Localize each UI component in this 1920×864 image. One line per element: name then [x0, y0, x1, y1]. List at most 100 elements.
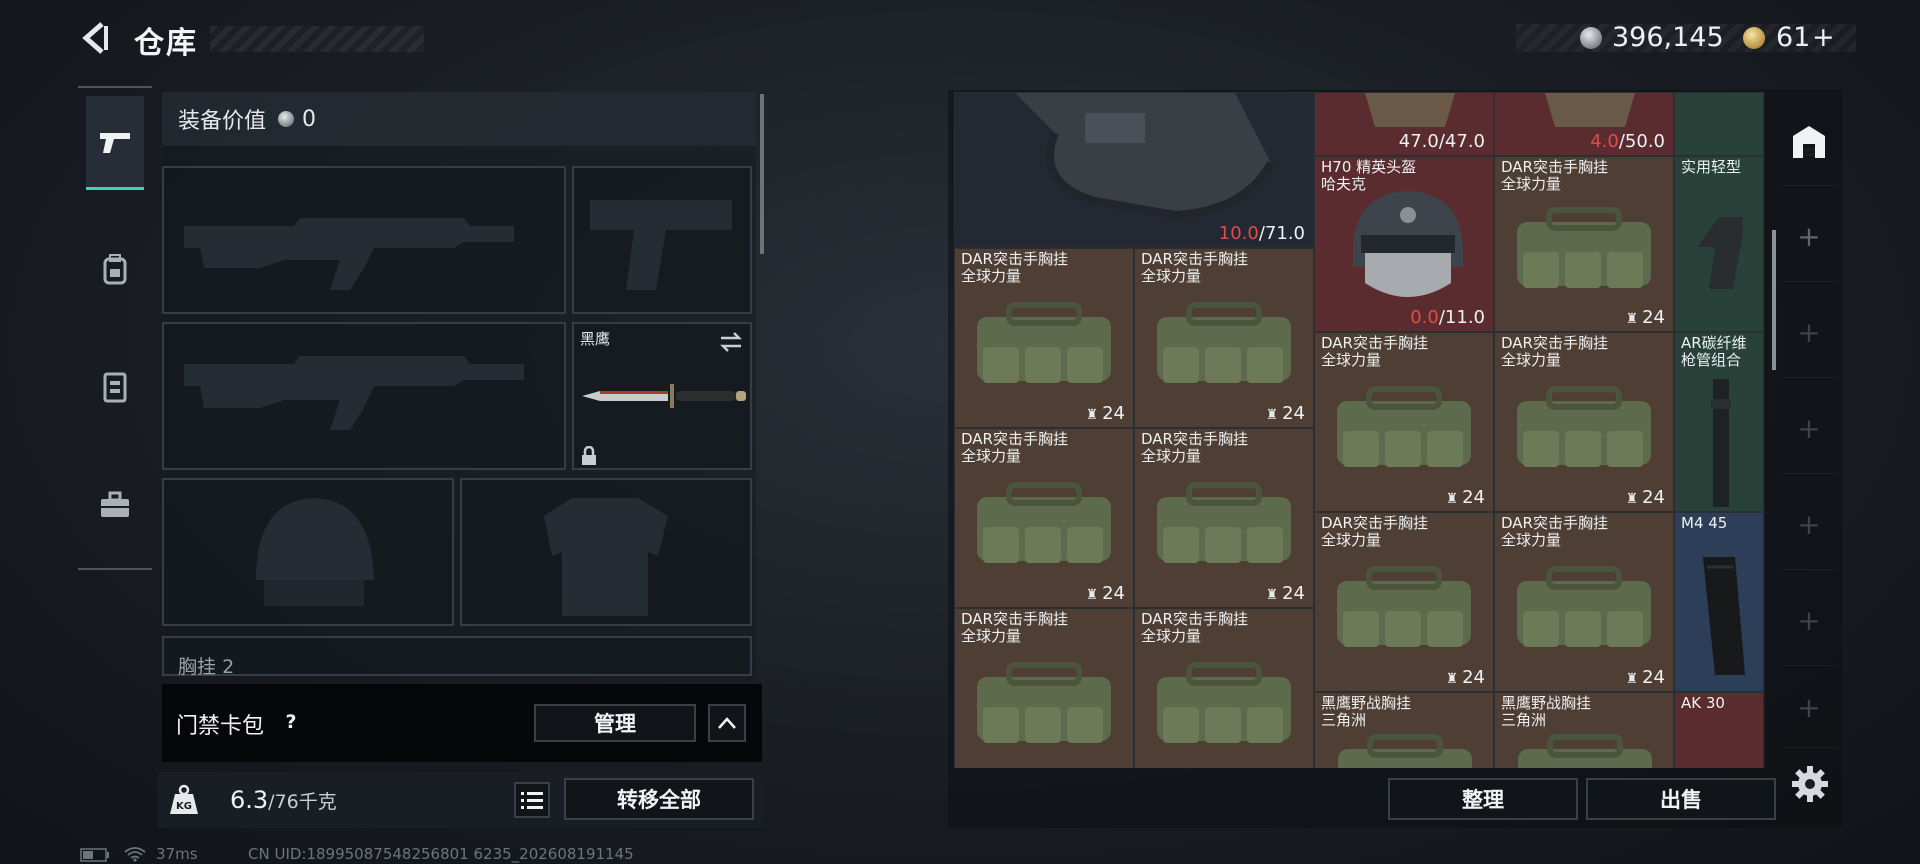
wifi-icon: [124, 847, 146, 862]
storage-item-helmet[interactable]: H70 精英头盔 哈夫克 0.0/11.0: [1314, 156, 1494, 332]
storage-item-field-vest[interactable]: 黑鹰野战胸挂 三角洲: [1314, 692, 1494, 768]
storage-item-large[interactable]: 10.0/71.0: [954, 92, 1314, 248]
item-name: DAR突击手胸挂 全球力量: [1501, 514, 1608, 549]
storage-item-chest-rig[interactable]: DAR突击手胸挂 全球力量: [954, 608, 1134, 768]
secondary-weapon-slot[interactable]: [162, 322, 566, 470]
item-count: ♜ 24: [1085, 403, 1125, 424]
durability-readout: 0.0/11.0: [1410, 307, 1485, 328]
armor-slot[interactable]: [460, 478, 752, 626]
item-name: M4 45: [1681, 514, 1728, 532]
storage-item-magazine-ak[interactable]: AK 30: [1674, 692, 1764, 768]
helmet-silhouette-icon: [256, 498, 374, 606]
storage-item-field-vest[interactable]: 黑鹰野战胸挂 三角洲: [1494, 692, 1674, 768]
chest-rig-icon: [1517, 385, 1651, 467]
add-gold-button[interactable]: +: [1812, 22, 1835, 53]
equipment-value-label: 装备价值: [178, 109, 267, 134]
storage-item-chest-rig[interactable]: DAR突击手胸挂 全球力量 ♜ 24: [954, 428, 1134, 608]
tab-weapons[interactable]: [86, 96, 144, 190]
list-icon: [521, 792, 543, 809]
chest-rig-icon: [977, 661, 1111, 743]
item-name: DAR突击手胸挂 全球力量: [1321, 514, 1428, 549]
item-name: DAR突击手胸挂 全球力量: [1141, 610, 1248, 645]
add-storage-tab-button[interactable]: +: [1780, 576, 1838, 666]
tab-backpack[interactable]: [86, 222, 144, 316]
manage-button[interactable]: 管理: [534, 704, 696, 742]
weight-readout: 6.3/76千克: [230, 786, 337, 814]
storage-item-chest-rig[interactable]: DAR突击手胸挂 全球力量 ♜ 24: [1314, 332, 1494, 512]
storage-item-stock[interactable]: 实用轻型: [1674, 156, 1764, 332]
settings-gear-icon[interactable]: [1790, 764, 1830, 804]
storage-item-chest-rig[interactable]: DAR突击手胸挂 全球力量 ♜ 24: [1494, 156, 1674, 332]
storage-item-magazine-m4[interactable]: M4 45: [1674, 512, 1764, 692]
chest-rig-icon: [1338, 734, 1472, 768]
item-count: ♜ 24: [1265, 583, 1305, 604]
chest-rig-icon: [1157, 301, 1291, 383]
page-title: 仓库: [134, 26, 198, 61]
add-storage-tab-button[interactable]: +: [1780, 384, 1838, 474]
collapse-button[interactable]: [708, 704, 746, 742]
storage-grid: 10.0/71.0 47.0/47.0 4.0/50.0 H70 精英头盔 哈夫…: [954, 92, 1766, 768]
sell-button[interactable]: 出售: [1586, 778, 1776, 820]
swap-icon[interactable]: [718, 330, 744, 354]
storage-item-chest-rig[interactable]: DAR突击手胸挂 全球力量 ♜ 24: [1494, 332, 1674, 512]
stock-icon: [1697, 217, 1743, 289]
barrel-icon: [1711, 379, 1731, 507]
storage-item-barrel[interactable]: AR碳纤维 枪管组合: [1674, 332, 1764, 512]
list-view-button[interactable]: [514, 782, 550, 818]
item-name: AK 30: [1681, 694, 1725, 712]
chest-rig-section: [162, 636, 752, 676]
storage-scrollbar[interactable]: [1772, 230, 1776, 370]
storage-item-chest-rig[interactable]: DAR突击手胸挂 全球力量: [1134, 608, 1314, 768]
weight-max: /76千克: [268, 791, 337, 813]
storage-item-chest-rig[interactable]: DAR突击手胸挂 全球力量 ♜ 24: [1494, 512, 1674, 692]
add-storage-tab-button[interactable]: +: [1780, 668, 1838, 748]
armor-silhouette-icon: [544, 498, 668, 616]
storage-item-chest-rig[interactable]: DAR突击手胸挂 全球力量 ♜ 24: [1134, 428, 1314, 608]
vest-icon: [103, 372, 127, 403]
pistol-silhouette-icon: [590, 200, 732, 290]
pistol-slot[interactable]: [572, 166, 752, 314]
tab-case[interactable]: [86, 458, 144, 552]
add-storage-tab-button[interactable]: +: [1780, 288, 1838, 378]
storage-item-partial[interactable]: [1674, 92, 1764, 156]
silver-amount: 396,145: [1612, 22, 1724, 53]
storage-item-durability-1[interactable]: 47.0/47.0: [1314, 92, 1494, 156]
add-storage-tab-button[interactable]: +: [1780, 480, 1838, 570]
storage-item-chest-rig[interactable]: DAR突击手胸挂 全球力量 ♜ 24: [1134, 248, 1314, 428]
tab-vest[interactable]: [86, 340, 144, 434]
equipment-scrollbar[interactable]: [760, 94, 764, 254]
chest-rig-icon: [1337, 385, 1471, 467]
transfer-all-button[interactable]: 转移全部: [564, 778, 754, 820]
storage-item-chest-rig[interactable]: DAR突击手胸挂 全球力量 ♜ 24: [954, 248, 1134, 428]
help-icon[interactable]: ?: [278, 709, 304, 735]
ping-readout: 37ms: [156, 845, 198, 863]
melee-slot[interactable]: 黑鹰: [572, 322, 752, 470]
primary-weapon-slot[interactable]: [162, 166, 566, 314]
item-name: DAR突击手胸挂 全球力量: [961, 610, 1068, 645]
helmet-icon: [1353, 191, 1463, 297]
armor-piece-icon: [1545, 93, 1635, 127]
add-storage-tab-button[interactable]: +: [1780, 192, 1838, 282]
knife-icon: [582, 384, 746, 408]
chest-rig-icon: [1517, 565, 1651, 647]
storage-item-chest-rig[interactable]: DAR突击手胸挂 全球力量 ♜ 24: [1314, 512, 1494, 692]
storage-item-durability-2[interactable]: 4.0/50.0: [1494, 92, 1674, 156]
back-arrow-icon[interactable]: [78, 20, 114, 56]
item-name: DAR突击手胸挂 全球力量: [961, 250, 1068, 285]
item-count: ♜ 24: [1445, 487, 1485, 508]
gold-coin-icon: [1743, 27, 1765, 49]
stack-icon: ♜: [1085, 587, 1099, 603]
plus-icon: +: [1797, 508, 1821, 541]
sort-button[interactable]: 整理: [1388, 778, 1578, 820]
item-name: 黑鹰野战胸挂 三角洲: [1501, 694, 1592, 729]
stack-icon: ♜: [1085, 407, 1099, 423]
item-name: AR碳纤维 枪管组合: [1681, 334, 1747, 369]
armor-item-icon: [1015, 93, 1275, 220]
rifle-silhouette-icon: [184, 218, 514, 290]
storage-tab-main[interactable]: [1780, 96, 1838, 186]
item-count: ♜ 24: [1625, 487, 1665, 508]
item-name: 实用轻型: [1681, 158, 1742, 176]
plus-icon: +: [1797, 691, 1821, 724]
helmet-slot[interactable]: [162, 478, 454, 626]
item-count: ♜ 24: [1625, 307, 1665, 328]
